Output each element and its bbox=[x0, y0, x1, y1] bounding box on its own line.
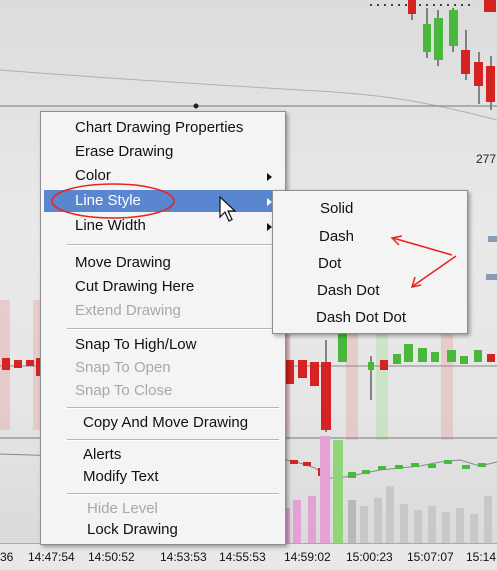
menu-item-label: Snap To Open bbox=[75, 359, 171, 376]
time-label: 14:55:53 bbox=[219, 550, 266, 564]
time-label: 15:14 bbox=[466, 550, 497, 564]
time-label: 15:00:23 bbox=[346, 550, 393, 564]
menu-separator bbox=[67, 328, 279, 330]
submenu-item-label: Dot bbox=[318, 255, 342, 272]
menu-item-label: Cut Drawing Here bbox=[75, 278, 195, 295]
menu-item-color[interactable]: Color bbox=[44, 165, 282, 187]
time-axis: 36 14:47:54 14:50:52 14:53:53 14:55:53 1… bbox=[0, 543, 497, 570]
price-scale-marks bbox=[486, 236, 497, 280]
menu-item-cut-drawing-here[interactable]: Cut Drawing Here bbox=[44, 276, 282, 298]
menu-item-extend-drawing: Extend Drawing bbox=[44, 300, 282, 322]
menu-item-line-width[interactable]: Line Width bbox=[44, 215, 282, 237]
volume-bars bbox=[282, 436, 492, 543]
line-style-submenu: Solid Dash Dot Dash Dot Dash Dot Dot bbox=[272, 190, 468, 334]
submenu-item-dash-dot-dot[interactable]: Dash Dot Dot bbox=[273, 306, 467, 330]
menu-item-label: Extend Drawing bbox=[75, 302, 181, 319]
menu-separator bbox=[67, 244, 279, 246]
menu-item-label: Copy And Move Drawing bbox=[83, 414, 249, 431]
time-label: 14:47:54 bbox=[28, 550, 75, 564]
menu-item-label: Snap To High/Low bbox=[75, 336, 197, 353]
menu-item-label: Color bbox=[75, 167, 111, 184]
menu-item-lock-drawing[interactable]: Lock Drawing bbox=[44, 519, 282, 541]
drawing-context-menu: Chart Drawing Properties Erase Drawing C… bbox=[40, 111, 286, 545]
menu-item-label: Hide Level bbox=[87, 500, 158, 517]
price-axis-label: 277 bbox=[476, 152, 497, 166]
menu-item-modify-text[interactable]: Modify Text bbox=[44, 466, 282, 488]
time-label: 14:50:52 bbox=[88, 550, 135, 564]
upper-candles bbox=[408, 0, 496, 110]
menu-item-hide-level: Hide Level bbox=[44, 498, 282, 520]
menu-item-label: Line Width bbox=[75, 217, 146, 234]
submenu-item-dash-dot[interactable]: Dash Dot bbox=[273, 279, 467, 303]
menu-separator bbox=[67, 493, 279, 495]
time-label: 15:07:07 bbox=[407, 550, 454, 564]
chevron-right-icon bbox=[267, 173, 272, 181]
menu-item-copy-and-move-drawing[interactable]: Copy And Move Drawing bbox=[44, 412, 282, 434]
menu-item-alerts[interactable]: Alerts bbox=[44, 444, 282, 466]
menu-item-label: Lock Drawing bbox=[87, 521, 178, 538]
menu-item-snap-to-close: Snap To Close bbox=[44, 380, 282, 402]
submenu-item-label: Dash Dot Dot bbox=[316, 309, 407, 326]
submenu-item-label: Dash bbox=[319, 228, 355, 245]
chart-window: 277 36 14:47:54 14:50:52 14:53:53 14:55:… bbox=[0, 0, 497, 570]
submenu-item-dot[interactable]: Dot bbox=[273, 252, 467, 276]
menu-item-chart-drawing-properties[interactable]: Chart Drawing Properties bbox=[44, 117, 282, 139]
submenu-item-solid[interactable]: Solid bbox=[273, 197, 467, 221]
menu-item-label: Snap To Close bbox=[75, 382, 173, 399]
menu-item-erase-drawing[interactable]: Erase Drawing bbox=[44, 141, 282, 163]
menu-item-line-style[interactable]: Line Style bbox=[44, 190, 282, 212]
menu-item-label: Move Drawing bbox=[75, 254, 171, 271]
menu-item-label: Modify Text bbox=[83, 468, 159, 485]
menu-item-snap-to-open: Snap To Open bbox=[44, 357, 282, 379]
menu-item-move-drawing[interactable]: Move Drawing bbox=[44, 252, 282, 274]
submenu-item-label: Dash Dot bbox=[317, 282, 380, 299]
menu-item-label: Line Style bbox=[75, 192, 141, 209]
menu-item-label: Chart Drawing Properties bbox=[75, 119, 244, 136]
mouse-pointer-icon bbox=[219, 196, 237, 222]
menu-separator bbox=[67, 439, 279, 441]
menu-separator bbox=[67, 407, 279, 409]
time-label: 14:53:53 bbox=[160, 550, 207, 564]
menu-item-label: Alerts bbox=[83, 446, 122, 463]
submenu-item-dash[interactable]: Dash bbox=[273, 225, 467, 249]
time-label: 36 bbox=[0, 550, 14, 564]
menu-item-snap-to-high-low[interactable]: Snap To High/Low bbox=[44, 334, 282, 356]
time-label: 14:59:02 bbox=[284, 550, 331, 564]
menu-item-label: Erase Drawing bbox=[75, 143, 174, 160]
submenu-item-label: Solid bbox=[320, 200, 354, 217]
